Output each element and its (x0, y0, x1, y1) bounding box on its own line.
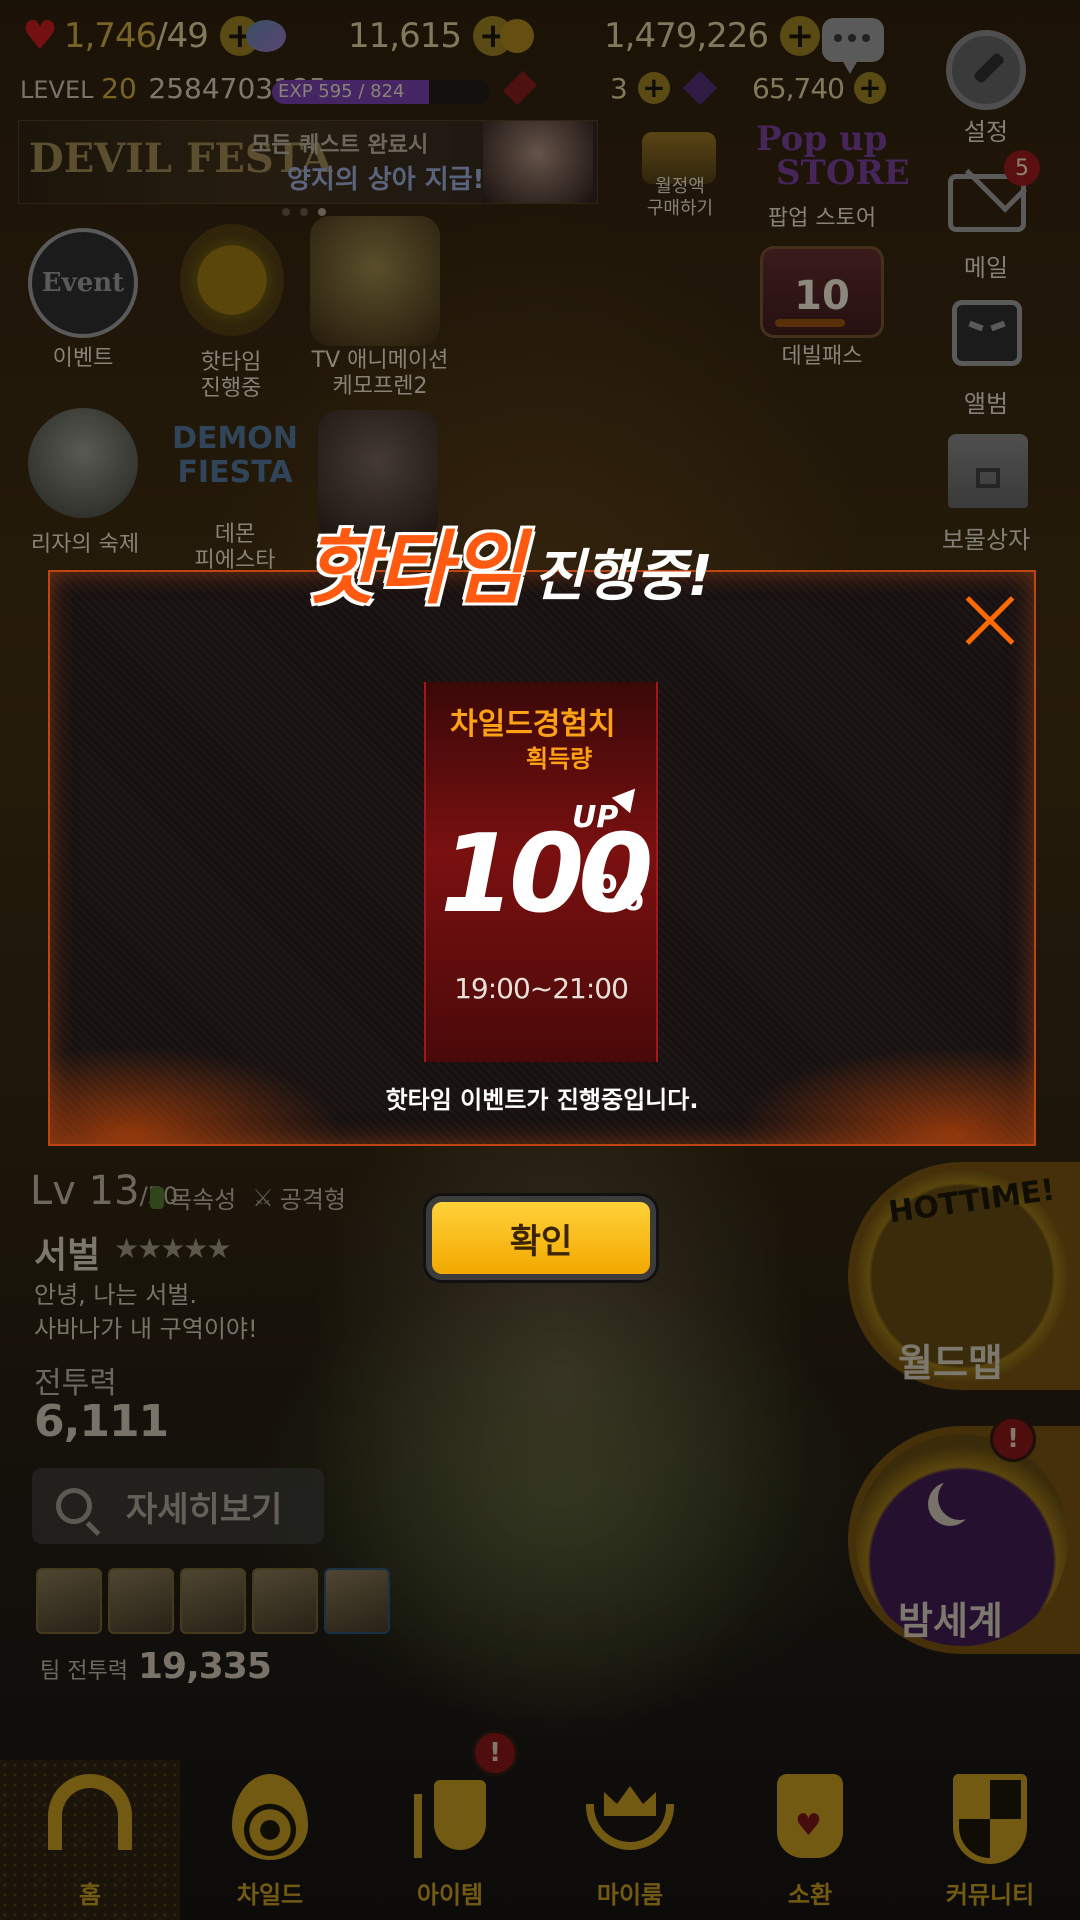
reward-percent: % (596, 866, 645, 922)
reward-title: 차일드경험치 획득량 (450, 707, 616, 774)
hottime-modal: 차일드경험치 획득량 UP 100 % 19:00~21:00 핫타임 이벤트가… (48, 570, 1036, 1146)
hottime-reward-card: 차일드경험치 획득량 UP 100 % 19:00~21:00 (424, 682, 658, 1062)
close-icon[interactable] (962, 594, 1018, 650)
reward-time: 19:00~21:00 (454, 972, 629, 1005)
modal-message: 핫타임 이벤트가 진행중입니다. (385, 1086, 699, 1114)
confirm-button[interactable]: 확인 (426, 1196, 656, 1280)
modal-title: 핫타임 진행중! (304, 522, 713, 615)
